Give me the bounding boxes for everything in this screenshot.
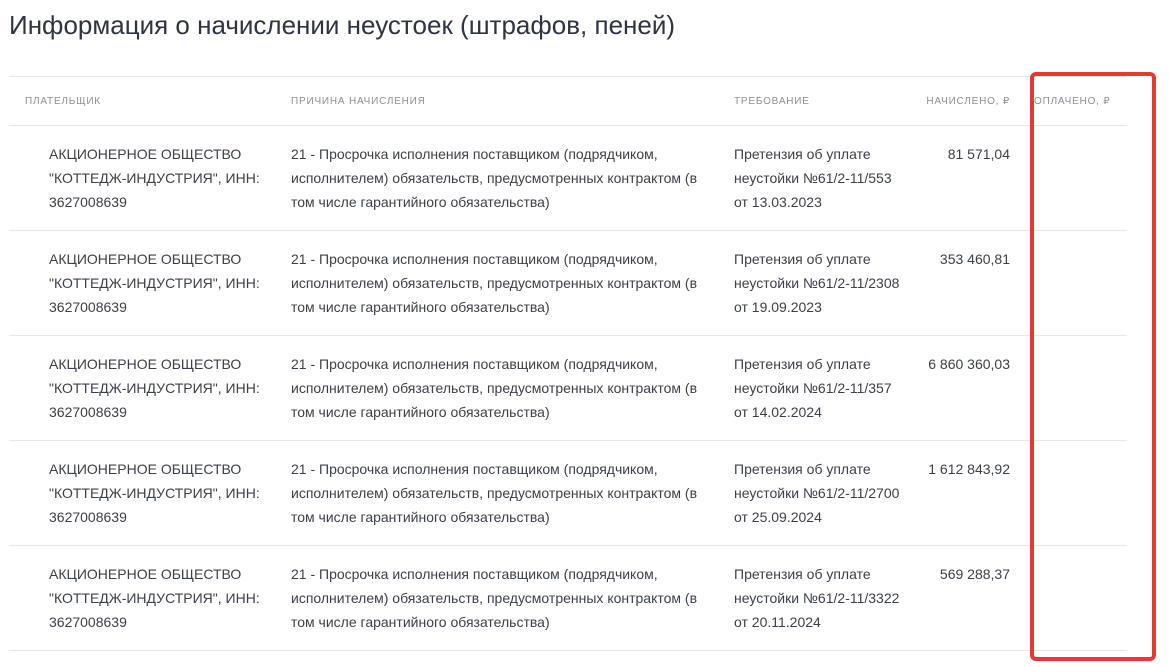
cell-payer: АКЦИОНЕРНОЕ ОБЩЕСТВО "КОТТЕДЖ-ИНДУСТРИЯ"… <box>49 461 260 525</box>
cell-reason: 21 - Просрочка исполнения поставщиком (п… <box>291 566 698 630</box>
column-header-reason: ПРИЧИНА НАЧИСЛЕНИЯ <box>291 95 426 107</box>
column-header-accrued: НАЧИСЛЕНО, ₽ <box>926 95 1010 107</box>
cell-requirement: Претензия об уплате неустойки №61/2-11/3… <box>734 566 900 630</box>
cell-reason: 21 - Просрочка исполнения поставщиком (п… <box>291 356 698 420</box>
table-row: АКЦИОНЕРНОЕ ОБЩЕСТВО "КОТТЕДЖ-ИНДУСТРИЯ"… <box>9 336 1127 441</box>
penalties-table: ПЛАТЕЛЬЩИК ПРИЧИНА НАЧИСЛЕНИЯ ТРЕБОВАНИЕ… <box>9 76 1127 651</box>
cell-payer: АКЦИОНЕРНОЕ ОБЩЕСТВО "КОТТЕДЖ-ИНДУСТРИЯ"… <box>49 566 260 630</box>
table-row: АКЦИОНЕРНОЕ ОБЩЕСТВО "КОТТЕДЖ-ИНДУСТРИЯ"… <box>9 231 1127 336</box>
cell-reason: 21 - Просрочка исполнения поставщиком (п… <box>291 251 698 315</box>
table-header-row: ПЛАТЕЛЬЩИК ПРИЧИНА НАЧИСЛЕНИЯ ТРЕБОВАНИЕ… <box>9 76 1127 126</box>
cell-requirement: Претензия об уплате неустойки №61/2-11/3… <box>734 356 892 420</box>
table-row: АКЦИОНЕРНОЕ ОБЩЕСТВО "КОТТЕДЖ-ИНДУСТРИЯ"… <box>9 546 1127 651</box>
cell-requirement: Претензия об уплате неустойки №61/2-11/5… <box>734 146 892 210</box>
cell-reason: 21 - Просрочка исполнения поставщиком (п… <box>291 461 698 525</box>
cell-accrued: 6 860 360,03 <box>928 356 1010 372</box>
cell-requirement: Претензия об уплате неустойки №61/2-11/2… <box>734 251 900 315</box>
cell-payer: АКЦИОНЕРНОЕ ОБЩЕСТВО "КОТТЕДЖ-ИНДУСТРИЯ"… <box>49 251 260 315</box>
cell-accrued: 81 571,04 <box>947 146 1010 162</box>
paid-column-highlight <box>1030 72 1156 661</box>
cell-reason: 21 - Просрочка исполнения поставщиком (п… <box>291 146 698 210</box>
cell-payer: АКЦИОНЕРНОЕ ОБЩЕСТВО "КОТТЕДЖ-ИНДУСТРИЯ"… <box>49 356 260 420</box>
column-header-requirement: ТРЕБОВАНИЕ <box>734 95 810 107</box>
table-row: АКЦИОНЕРНОЕ ОБЩЕСТВО "КОТТЕДЖ-ИНДУСТРИЯ"… <box>9 126 1127 231</box>
page-title: Информация о начислении неустоек (штрафо… <box>9 10 676 40</box>
cell-accrued: 353 460,81 <box>939 251 1010 267</box>
table-row: АКЦИОНЕРНОЕ ОБЩЕСТВО "КОТТЕДЖ-ИНДУСТРИЯ"… <box>9 441 1127 546</box>
cell-payer: АКЦИОНЕРНОЕ ОБЩЕСТВО "КОТТЕДЖ-ИНДУСТРИЯ"… <box>49 146 260 210</box>
cell-requirement: Претензия об уплате неустойки №61/2-11/2… <box>734 461 900 525</box>
cell-accrued: 569 288,37 <box>939 566 1010 582</box>
column-header-payer: ПЛАТЕЛЬЩИК <box>25 95 101 107</box>
cell-accrued: 1 612 843,92 <box>928 461 1010 477</box>
